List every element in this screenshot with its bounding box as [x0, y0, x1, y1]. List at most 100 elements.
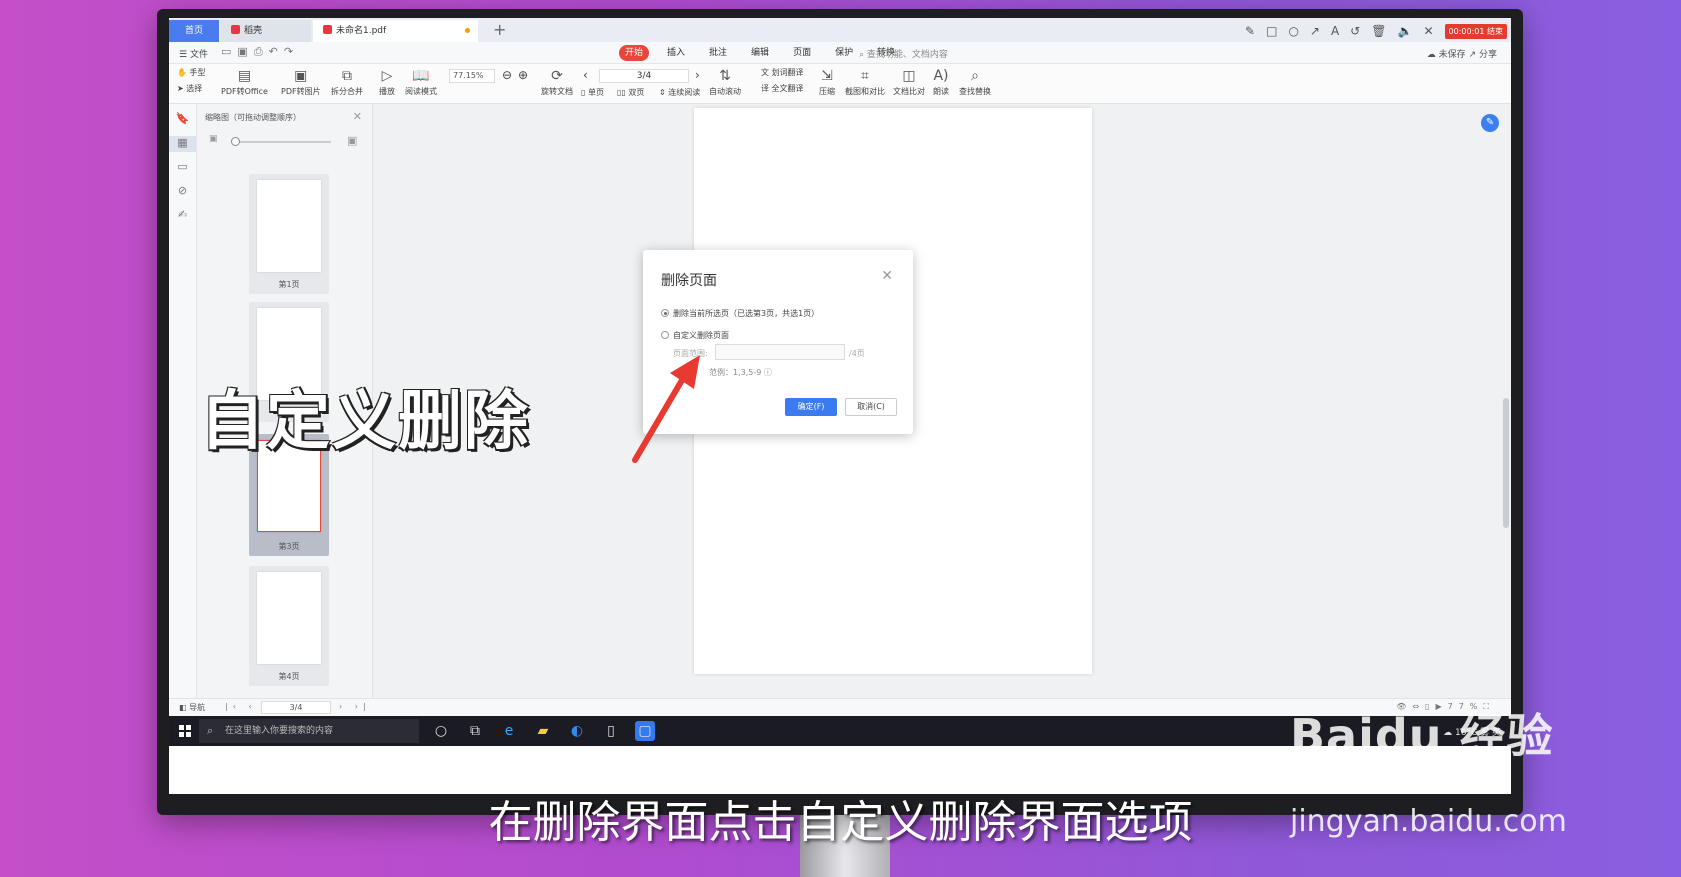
tab-document[interactable]: 未命名1.pdf: [313, 20, 478, 42]
pdf-to-image-label: PDF转图片: [281, 87, 321, 96]
bookmark-icon[interactable]: 🔖: [169, 112, 196, 128]
open-icon[interactable]: ▭: [221, 45, 237, 58]
menu-edit[interactable]: 编辑: [745, 45, 775, 61]
split-merge-button[interactable]: ⧉ 拆分合并: [331, 66, 363, 97]
thumbnail-icon[interactable]: ▦: [169, 136, 196, 152]
rectangle-icon[interactable]: □: [1266, 24, 1277, 38]
radio-custom[interactable]: [661, 331, 669, 339]
unsaved-status[interactable]: 未保存: [1439, 50, 1466, 60]
single-page-label: 单页: [587, 88, 604, 97]
dialog-close-icon[interactable]: ✕: [881, 268, 893, 284]
cortana-icon[interactable]: ○: [431, 721, 451, 741]
hand-tool[interactable]: ✋ 手型: [177, 66, 206, 80]
scrollbar-thumb[interactable]: [1503, 398, 1509, 528]
compare-icon: ◫: [902, 68, 916, 84]
attachment-icon[interactable]: ⊘: [169, 184, 196, 200]
thumbnail-page-1[interactable]: 第1页: [249, 174, 329, 294]
close-icon[interactable]: ✕: [353, 110, 362, 123]
edge-browser-icon[interactable]: e: [499, 721, 519, 741]
circle-icon[interactable]: ○: [1288, 24, 1298, 38]
word-translate-button[interactable]: 文 划词翻译: [761, 66, 804, 80]
page-nav-next-arrows[interactable]: › ›|: [339, 702, 371, 711]
redo-quick-icon[interactable]: ↷: [284, 45, 299, 58]
pdf-to-office-button[interactable]: ▤ PDF转Office: [221, 66, 268, 97]
select-tool[interactable]: ➤ 选择: [177, 82, 202, 96]
full-translate-button[interactable]: 译 全文翻译: [761, 82, 804, 96]
save-icon[interactable]: ▣: [237, 45, 253, 58]
file-explorer-icon[interactable]: ▰: [533, 721, 553, 741]
undo-icon[interactable]: ↺: [1350, 24, 1360, 38]
info-icon[interactable]: ⓘ: [764, 368, 772, 377]
auto-scroll-icon: ⇅: [719, 68, 731, 84]
windows-start-icon[interactable]: [179, 725, 191, 737]
confirm-button[interactable]: 确定(F): [785, 398, 837, 416]
read-mode-button[interactable]: 📖 阅读模式: [405, 66, 437, 97]
tab-home[interactable]: 首页: [169, 20, 219, 42]
thumbnail-size-slider[interactable]: [231, 137, 331, 146]
assistant-icon[interactable]: ✎: [1481, 114, 1499, 132]
page-range-input[interactable]: [715, 344, 845, 360]
baidu-brand: Baidu 经验: [1290, 709, 1554, 763]
pen-icon[interactable]: ✎: [1245, 24, 1255, 38]
daoke-icon: [231, 25, 240, 34]
signature-icon[interactable]: ✍: [169, 208, 196, 224]
menu-annotate[interactable]: 批注: [703, 45, 733, 61]
option-custom-delete[interactable]: 自定义删除页面: [661, 330, 729, 341]
share-button[interactable]: 分享: [1479, 50, 1497, 60]
double-page-label: 双页: [628, 88, 645, 97]
zoom-select[interactable]: 77.15%: [449, 69, 495, 83]
screenshot-compare-button[interactable]: ⌗ 截图和对比: [845, 66, 885, 97]
radio-current[interactable]: [661, 309, 669, 317]
pdf-to-image-button[interactable]: ▣ PDF转图片: [281, 66, 321, 97]
thumbnail-page-4[interactable]: 第4页: [249, 566, 329, 686]
taskbar-search[interactable]: ⌕ 在这里输入你要搜索的内容: [199, 719, 419, 743]
vertical-scrollbar[interactable]: [1503, 108, 1509, 688]
prev-page-icon[interactable]: ‹: [583, 68, 588, 82]
page-number-input[interactable]: 3/4: [599, 69, 689, 83]
page-nav-arrows[interactable]: |‹ ‹: [225, 702, 257, 711]
double-page-button[interactable]: ▯▯ 双页: [617, 86, 644, 100]
arrow-tool-icon[interactable]: ↗: [1310, 24, 1320, 38]
undo-quick-icon[interactable]: ↶: [269, 45, 284, 58]
feature-search[interactable]: ⌕ 查找功能、文档内容: [859, 47, 948, 60]
single-page-button[interactable]: ▯ 单页: [581, 86, 604, 100]
text-tool-icon[interactable]: A: [1331, 24, 1339, 38]
doc-compare-button[interactable]: ◫ 文档比对: [893, 66, 925, 97]
print-icon[interactable]: ⎙: [254, 45, 269, 58]
zoom-out-icon[interactable]: ⊖: [502, 68, 512, 82]
file-menu[interactable]: ☰ 文件: [179, 47, 208, 60]
play-button[interactable]: ▷ 播放: [379, 66, 395, 97]
record-stop-button[interactable]: 00:00:01 结束: [1444, 23, 1507, 39]
menu-protect[interactable]: 保护: [829, 45, 859, 61]
read-aloud-button[interactable]: A) 朗读: [933, 66, 949, 97]
task-view-icon[interactable]: ⧉: [465, 721, 485, 741]
continuous-read-button[interactable]: ⇕ 连续阅读: [659, 86, 700, 100]
slider-handle[interactable]: [231, 137, 240, 146]
menu-insert[interactable]: 插入: [661, 45, 691, 61]
menu-page[interactable]: 页面: [787, 45, 817, 61]
comment-icon[interactable]: ▭: [169, 160, 196, 176]
compress-button[interactable]: ⇲ 压缩: [819, 66, 835, 97]
option-delete-current[interactable]: 删除当前所选页（已选第3页，共选1页）: [661, 308, 819, 319]
edge-dev-icon[interactable]: ◐: [567, 721, 587, 741]
cancel-button[interactable]: 取消(C): [845, 398, 897, 416]
notepad-icon[interactable]: ▯: [601, 721, 621, 741]
feature-search-label: 查找功能、文档内容: [866, 50, 948, 60]
new-tab-button[interactable]: +: [493, 20, 506, 39]
small-image-icon[interactable]: ▣: [209, 134, 218, 144]
large-image-icon[interactable]: ▣: [347, 134, 357, 147]
status-page-input[interactable]: 3/4: [261, 701, 331, 714]
rotate-doc-button[interactable]: ⟳ 旋转文档: [541, 66, 573, 97]
tab-document-label: 未命名1.pdf: [336, 26, 387, 36]
navigation-toggle[interactable]: ◧ 导航: [179, 702, 205, 713]
auto-scroll-button[interactable]: ⇅ 自动滚动: [709, 66, 741, 97]
speaker-icon[interactable]: 🔈: [1398, 24, 1413, 38]
tab-daoke[interactable]: 稻壳: [221, 20, 311, 42]
next-page-icon[interactable]: ›: [695, 68, 700, 82]
menu-start[interactable]: 开始: [619, 45, 650, 61]
wps-app-icon[interactable]: ▢: [635, 721, 655, 741]
close-recorder-icon[interactable]: ✕: [1423, 24, 1433, 38]
find-replace-button[interactable]: ⌕ 查找替换: [959, 66, 991, 97]
zoom-in-icon[interactable]: ⊕: [518, 68, 528, 82]
trash-icon[interactable]: 🗑: [1371, 24, 1386, 38]
